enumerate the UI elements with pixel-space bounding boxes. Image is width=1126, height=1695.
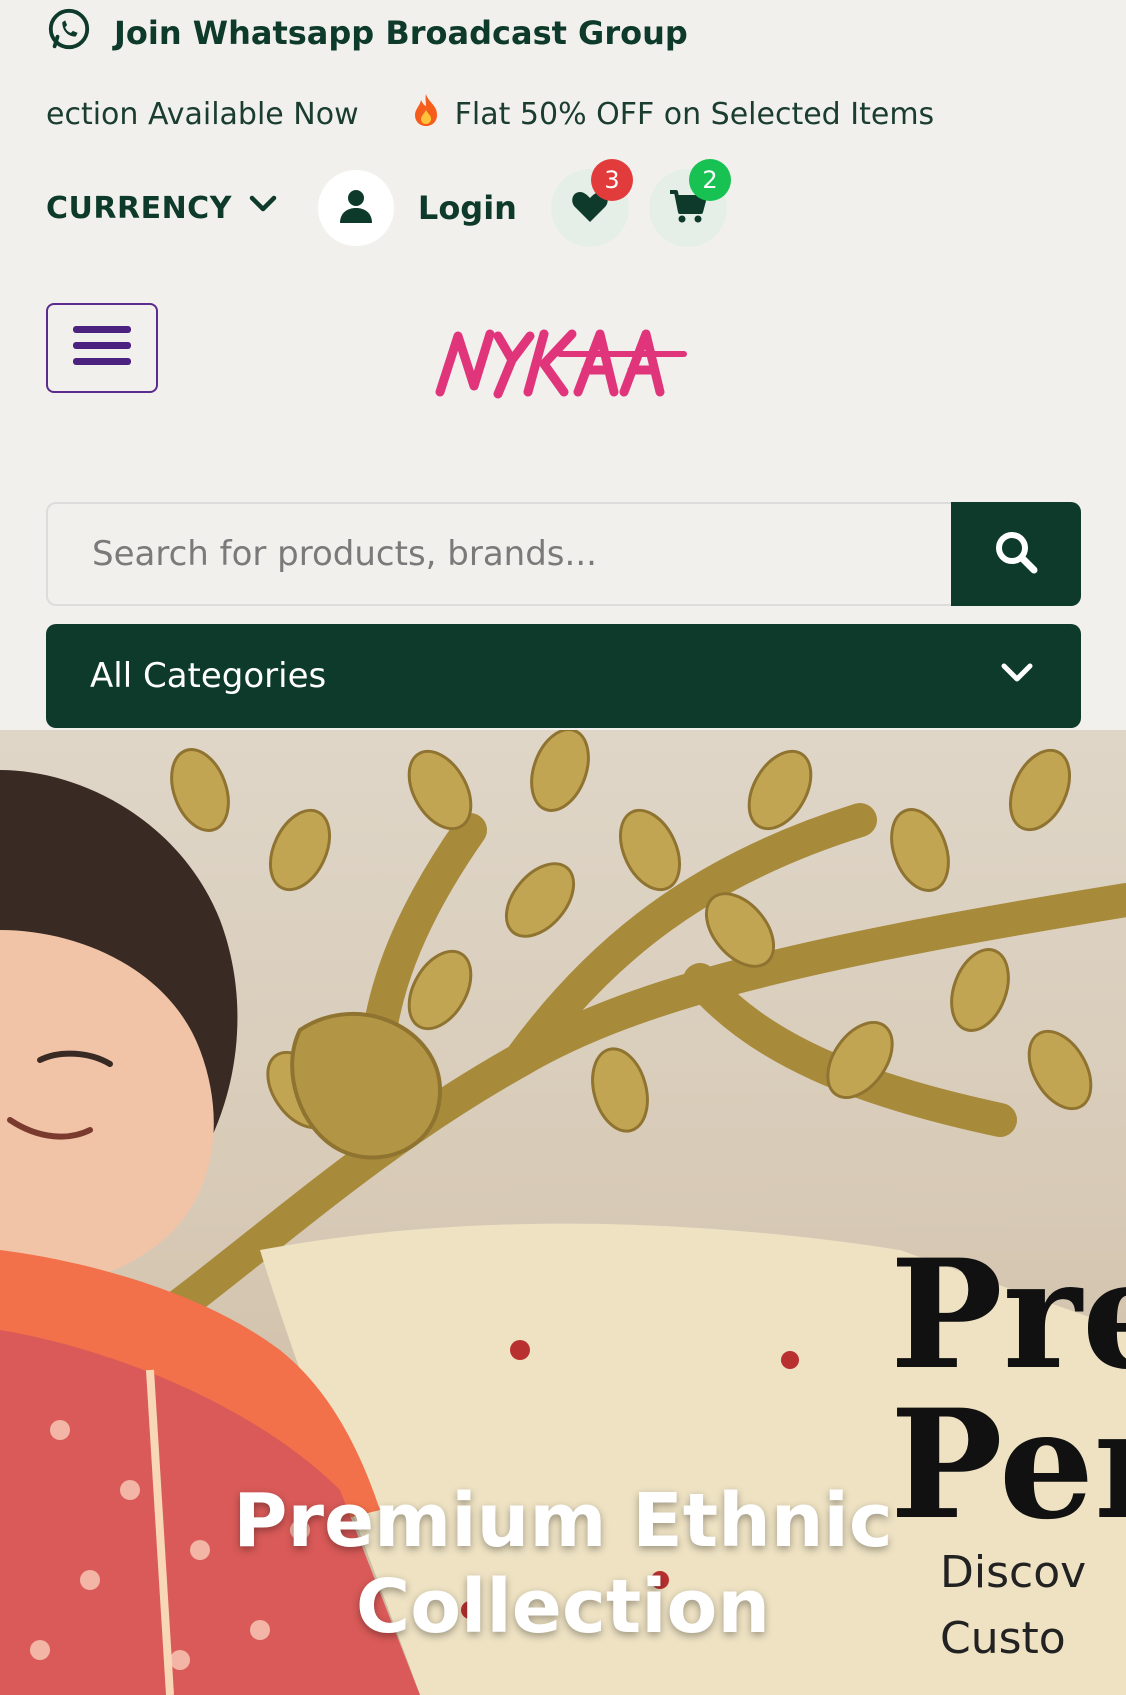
wishlist-button[interactable]: 3 — [550, 159, 633, 247]
brand-logo[interactable] — [432, 322, 692, 402]
hero-title-line: Premium Ethnic — [233, 1478, 893, 1564]
whatsapp-icon — [46, 6, 92, 60]
wishlist-count-badge: 3 — [590, 159, 633, 201]
categories-label: All Categories — [90, 656, 327, 696]
whatsapp-broadcast-link[interactable]: Join Whatsapp Broadcast Group — [46, 8, 688, 58]
announcement-item: Flat 50% OFF on Selected Items — [411, 92, 935, 136]
search-input[interactable] — [46, 502, 951, 606]
search-icon — [993, 529, 1039, 579]
hero-title-line: Collection — [355, 1564, 771, 1650]
search-button[interactable] — [951, 502, 1081, 606]
header-toolbar: CURRENCY Login 3 2 — [46, 159, 731, 248]
currency-selector[interactable]: CURRENCY — [46, 187, 280, 229]
cart-count-badge: 2 — [688, 159, 731, 201]
cart-button[interactable]: 2 — [648, 159, 731, 247]
hamburger-menu-button[interactable] — [46, 303, 158, 393]
user-icon — [337, 187, 375, 229]
announcement-item: ection Available Now — [46, 97, 359, 132]
fire-icon — [411, 92, 441, 136]
announcement-marquee: ection Available Now Flat 50% OFF on Sel… — [0, 88, 1126, 140]
hamburger-icon — [71, 322, 133, 374]
hero-title: Premium Ethnic Collection — [0, 1478, 1126, 1650]
hero-banner[interactable]: Pre Per Discov Custo Premium Ethnic Coll… — [0, 730, 1126, 1695]
account-button[interactable] — [317, 170, 394, 246]
search-bar — [46, 502, 1081, 606]
login-link[interactable]: Login — [418, 189, 517, 227]
slogan-line: Pre — [890, 1240, 1126, 1403]
announcement-text: ection Available Now — [46, 96, 359, 132]
chevron-down-icon — [246, 187, 280, 229]
categories-dropdown[interactable]: All Categories — [46, 624, 1081, 728]
currency-label: CURRENCY — [46, 190, 232, 226]
chevron-down-icon — [997, 652, 1037, 701]
announcement-text: Flat 50% OFF on Selected Items — [454, 96, 935, 132]
whatsapp-label: Join Whatsapp Broadcast Group — [114, 14, 688, 52]
